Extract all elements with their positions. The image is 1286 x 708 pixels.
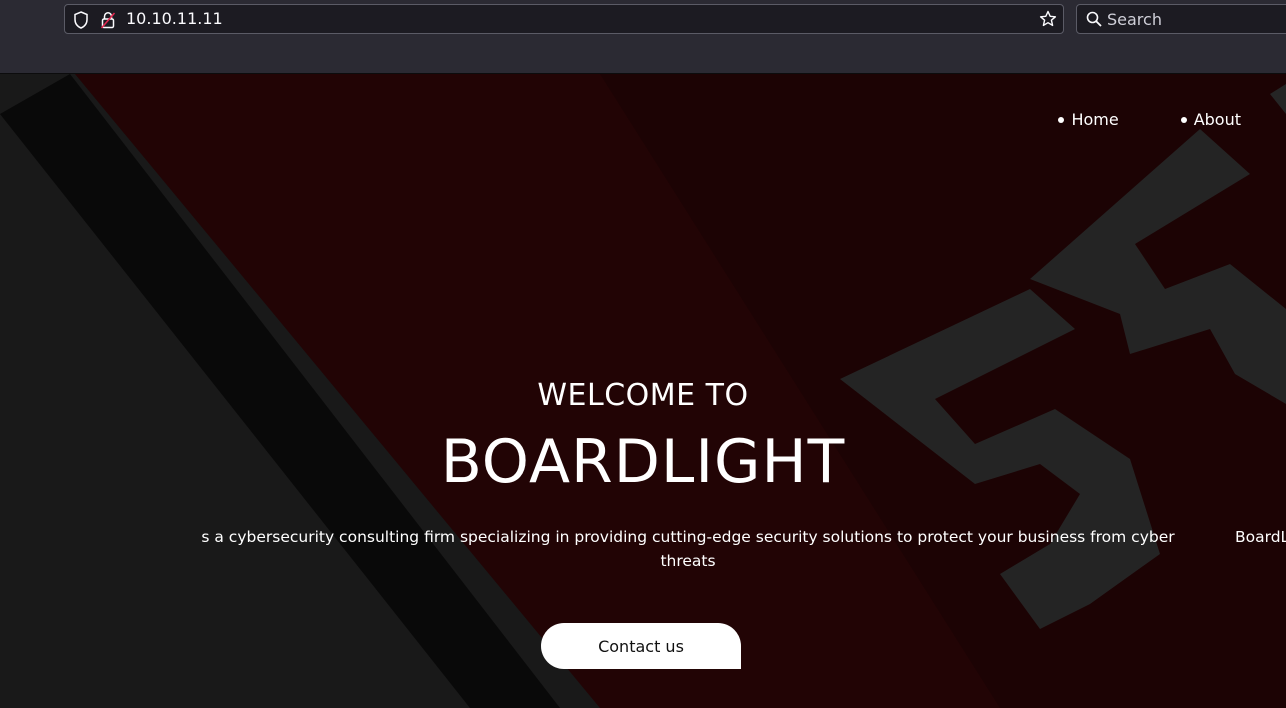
shield-icon[interactable] [73, 11, 89, 33]
contact-us-button[interactable]: Contact us [541, 623, 741, 669]
hero-tagline: s a cybersecurity consulting firm specia… [201, 528, 1175, 570]
browser-toolbar: 10.10.11.11 [0, 0, 1286, 74]
url-text[interactable]: 10.10.11.11 [126, 9, 223, 29]
nav-home[interactable]: Home [1058, 110, 1119, 129]
web-page: Home About WELCOME TO BOARDLIGHT s a cyb… [0, 74, 1286, 708]
bullet-icon [1058, 116, 1065, 123]
hero-title: BOARDLIGHT [440, 427, 846, 497]
hero-tagline-next-slide: BoardL [1235, 528, 1286, 546]
search-icon [1086, 11, 1102, 31]
address-bar[interactable]: 10.10.11.11 [64, 4, 1064, 34]
search-bar[interactable] [1076, 4, 1286, 34]
bullet-icon [1180, 116, 1187, 123]
main-nav: Home About [1058, 110, 1241, 129]
nav-home-label[interactable]: Home [1071, 110, 1118, 129]
nav-about-label[interactable]: About [1194, 110, 1241, 129]
bookmark-star-icon[interactable] [1039, 10, 1057, 32]
hero-welcome: WELCOME TO [537, 378, 749, 413]
search-input[interactable] [1107, 7, 1286, 31]
nav-about[interactable]: About [1180, 110, 1241, 129]
insecure-lock-icon[interactable] [100, 11, 116, 33]
